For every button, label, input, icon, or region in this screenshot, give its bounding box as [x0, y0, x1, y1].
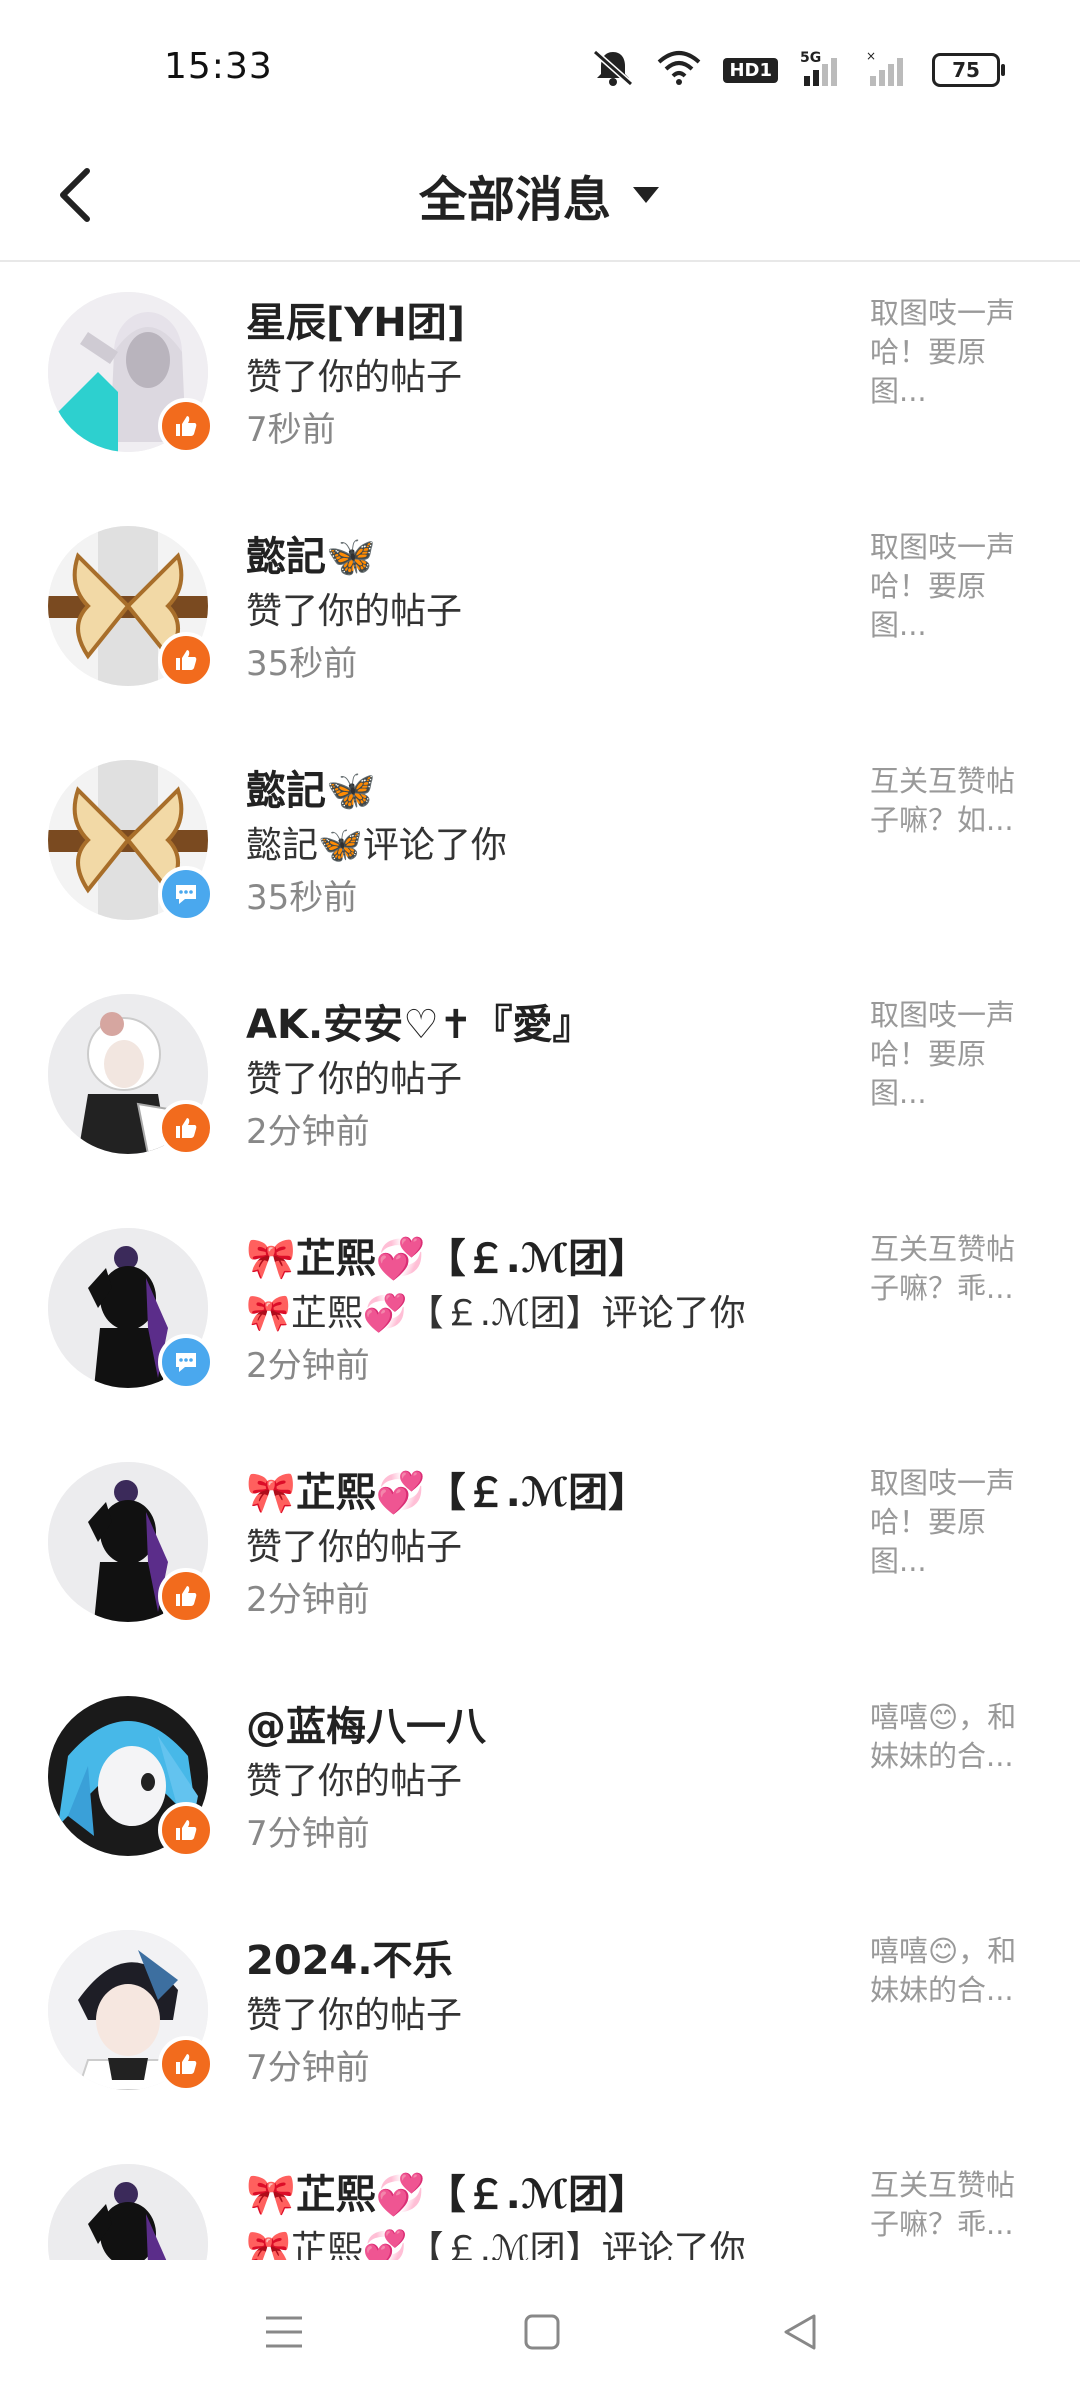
sender-name: 🎀芷熙💞【￡.ℳ团】 [246, 2172, 649, 2218]
sender-name: 星辰[YH团] [246, 300, 466, 346]
like-badge-icon [158, 398, 214, 454]
avatar[interactable] [48, 2164, 208, 2260]
message-action: 懿記🦋评论了你 [246, 825, 507, 866]
message-time: 2分钟前 [246, 1112, 370, 1152]
message-time: 7分钟前 [246, 2048, 370, 2088]
message-action: 赞了你的帖子 [246, 1527, 463, 1568]
mute-icon [591, 48, 635, 92]
post-preview[interactable]: 取图吱一声哈！要原图... [870, 1464, 1040, 1581]
message-action: 🎀芷熙💞【￡.ℳ团】评论了你 [246, 1293, 746, 1334]
triangle-back-icon [784, 2314, 816, 2350]
post-preview[interactable]: 取图吱一声哈！要原图... [870, 996, 1040, 1113]
status-bar: 15:33 HD1 5G × 75 [0, 0, 1080, 130]
comment-preview[interactable]: 互关互赞帖子嘛？乖... [870, 1230, 1040, 1308]
message-time: 35秒前 [246, 644, 358, 684]
wifi-icon [657, 50, 701, 90]
square-home-icon [524, 2314, 560, 2350]
signal-icon: × [866, 49, 910, 90]
header: 全部消息 [0, 130, 1080, 262]
sender-name: 🎀芷熙💞【￡.ℳ团】 [246, 1470, 649, 1516]
comment-badge-icon [158, 866, 214, 922]
message-action: 赞了你的帖子 [246, 1995, 463, 2036]
message-item[interactable]: AK.安安♡✝『愛』 赞了你的帖子 2分钟前 取图吱一声哈！要原图... [0, 978, 1080, 1212]
home-button[interactable] [512, 2302, 572, 2362]
message-item[interactable]: @蓝梅八一八 赞了你的帖子 7分钟前 嘻嘻😊，和妹妹的合... [0, 1680, 1080, 1914]
svg-text:5G: 5G [800, 50, 821, 66]
message-item[interactable]: 懿記🦋 懿記🦋评论了你 35秒前 互关互赞帖子嘛？如... [0, 744, 1080, 978]
sender-name: 懿記🦋 [246, 768, 376, 814]
message-item[interactable]: 2024.不乐 赞了你的帖子 7分钟前 嘻嘻😊，和妹妹的合... [0, 1914, 1080, 2148]
like-badge-icon [158, 2036, 214, 2092]
signal-5g-icon: 5G [800, 50, 844, 90]
page-title: 全部消息 [418, 172, 611, 228]
message-item[interactable]: 🎀芷熙💞【￡.ℳ团】 赞了你的帖子 2分钟前 取图吱一声哈！要原图... [0, 1446, 1080, 1680]
message-time: 35秒前 [246, 878, 358, 918]
sender-name: 🎀芷熙💞【￡.ℳ团】 [246, 1236, 649, 1282]
message-action: 🎀芷熙💞【￡.ℳ团】评论了你 [246, 2229, 746, 2260]
svg-text:×: × [866, 50, 876, 63]
message-time: 2分钟前 [246, 1580, 370, 1620]
status-icons: HD1 5G × 75 [591, 48, 1005, 92]
hd-icon: HD1 [723, 57, 778, 83]
message-action: 赞了你的帖子 [246, 1059, 463, 1100]
system-back-button[interactable] [770, 2302, 830, 2362]
post-preview[interactable]: 嘻嘻😊，和妹妹的合... [870, 1698, 1040, 1776]
like-badge-icon [158, 632, 214, 688]
message-item[interactable]: 🎀芷熙💞【￡.ℳ团】 🎀芷熙💞【￡.ℳ团】评论了你 互关互赞帖子嘛？乖... [0, 2148, 1080, 2260]
comment-badge-icon [158, 1334, 214, 1390]
like-badge-icon [158, 1100, 214, 1156]
message-list[interactable]: 星辰[YH团] 赞了你的帖子 7秒前 取图吱一声哈！要原图... 懿記🦋 赞了你… [0, 262, 1080, 2260]
message-time: 7分钟前 [246, 1814, 370, 1854]
comment-preview[interactable]: 互关互赞帖子嘛？乖... [870, 2166, 1040, 2244]
message-time: 7秒前 [246, 410, 336, 450]
comment-preview[interactable]: 互关互赞帖子嘛？如... [870, 762, 1040, 840]
message-action: 赞了你的帖子 [246, 1761, 463, 1802]
message-action: 赞了你的帖子 [246, 591, 463, 632]
status-time: 15:33 [164, 46, 273, 87]
menu-icon [266, 2316, 302, 2348]
sender-name: AK.安安♡✝『愛』 [246, 1002, 593, 1048]
battery-icon: 75 [932, 53, 1005, 87]
sender-name: @蓝梅八一八 [246, 1704, 486, 1750]
filter-dropdown[interactable]: 全部消息 [0, 160, 1080, 230]
message-action: 赞了你的帖子 [246, 357, 463, 398]
message-item[interactable]: 🎀芷熙💞【￡.ℳ团】 🎀芷熙💞【￡.ℳ团】评论了你 2分钟前 互关互赞帖子嘛？乖… [0, 1212, 1080, 1446]
post-preview[interactable]: 嘻嘻😊，和妹妹的合... [870, 1932, 1040, 2010]
like-badge-icon [158, 1802, 214, 1858]
post-preview[interactable]: 取图吱一声哈！要原图... [870, 294, 1040, 411]
sender-name: 2024.不乐 [246, 1938, 453, 1984]
post-preview[interactable]: 取图吱一声哈！要原图... [870, 528, 1040, 645]
caret-down-icon [633, 187, 659, 203]
recent-apps-button[interactable] [254, 2302, 314, 2362]
sender-name: 懿記🦋 [246, 534, 376, 580]
message-time: 2分钟前 [246, 1346, 370, 1386]
message-item[interactable]: 懿記🦋 赞了你的帖子 35秒前 取图吱一声哈！要原图... [0, 510, 1080, 744]
message-item[interactable]: 星辰[YH团] 赞了你的帖子 7秒前 取图吱一声哈！要原图... [0, 276, 1080, 510]
like-badge-icon [158, 1568, 214, 1624]
system-nav-bar [0, 2262, 1080, 2400]
